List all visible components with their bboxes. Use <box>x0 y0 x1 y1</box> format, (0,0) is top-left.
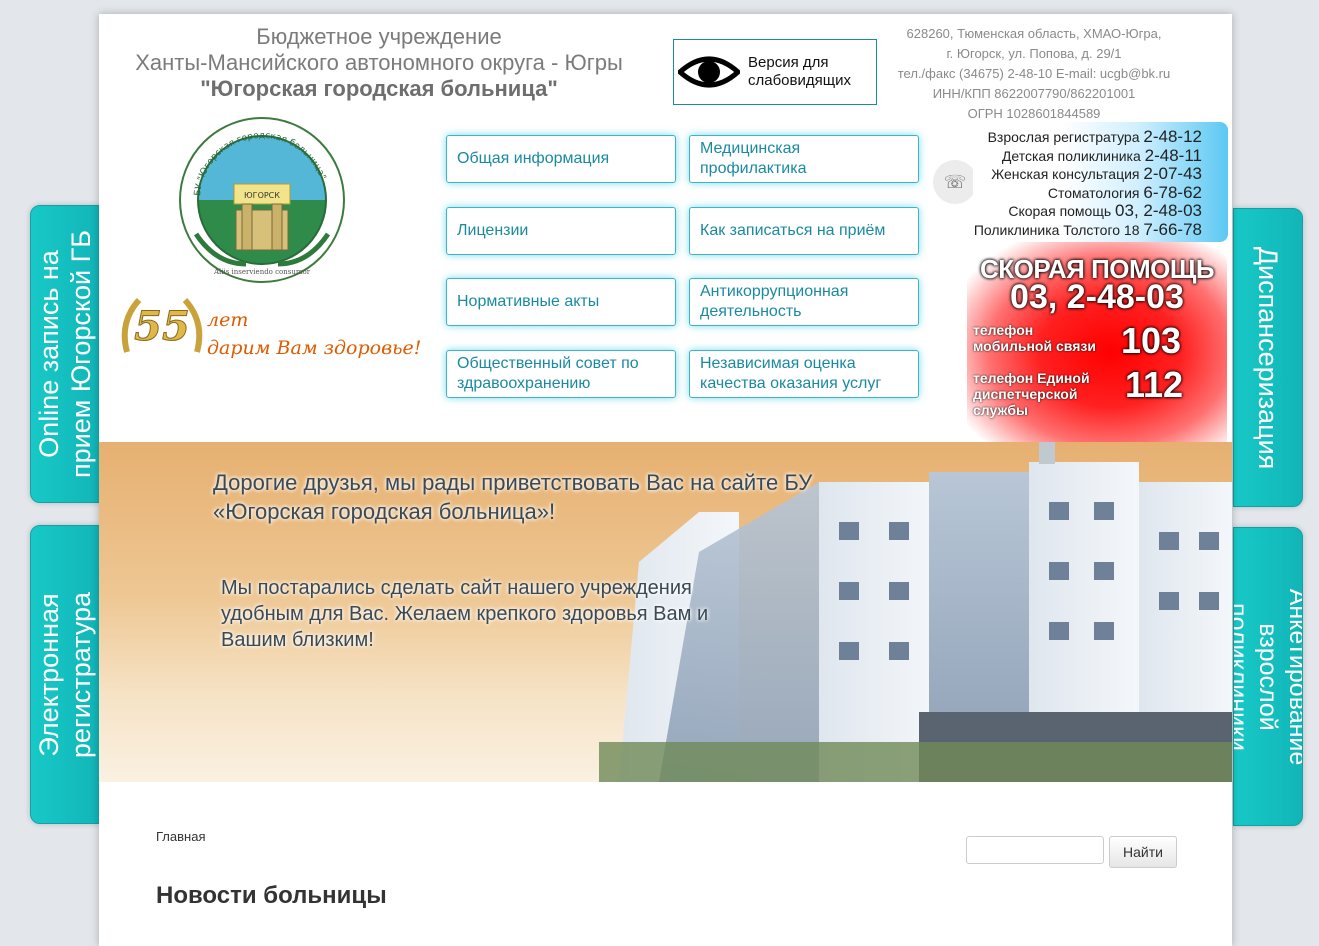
phone-row: Скорая помощь 03, 2-48-03 <box>1008 201 1202 220</box>
mobile-number: 103 <box>1121 320 1182 361</box>
nav-licenses[interactable]: Лицензии <box>446 207 676 255</box>
electronic-registry-tab[interactable]: Электронная регистратура <box>30 525 100 824</box>
banner-headline: Дорогие друзья, мы рады приветствовать В… <box>213 470 813 524</box>
nav-regulations[interactable]: Нормативные акты <box>446 278 676 326</box>
page-container: Бюджетное учреждение Ханты-Мансийского а… <box>99 14 1232 946</box>
low-vision-label: Версия для слабовидящих <box>748 54 851 89</box>
ogrn-line: ОГРН 1028601844589 <box>967 106 1101 121</box>
emergency-block: СКОРАЯ ПОМОЩЬ 03, 2-48-03 телефон мобиль… <box>967 242 1227 442</box>
phone-icon: ☏ <box>933 160 977 204</box>
welcome-banner: Дорогие друзья, мы рады приветствовать В… <box>99 442 1232 782</box>
phone-row: Стоматология 6-78-62 <box>1047 182 1202 202</box>
org-line-1: Бюджетное учреждение <box>256 24 502 49</box>
eye-icon <box>678 56 740 88</box>
phone-row: Детская поликлиника 2-48-11 <box>1001 145 1202 165</box>
mobile-label: телефон мобильной связи <box>973 322 1096 354</box>
section-title: Новости больницы <box>156 882 387 909</box>
anniversary-slogan: лет дарим Вам здоровье! <box>207 309 422 359</box>
svg-text:ЮГОРСК: ЮГОРСК <box>244 191 280 200</box>
dispensary-label: Диспансеризация <box>1253 246 1283 469</box>
nav-how-to-book[interactable]: Как записаться на приём <box>689 207 919 255</box>
nav-prevention[interactable]: Медицинская профилактика <box>689 135 919 183</box>
contact-info: 628260, Тюменская область, ХМАО-Югра, г.… <box>889 24 1179 124</box>
laurel-icon: 55 <box>121 297 203 353</box>
svg-text:Aliis inserviendo consumor: Aliis inserviendo consumor <box>213 268 311 276</box>
breadcrumb[interactable]: Главная <box>156 829 205 844</box>
org-line-2: Ханты-Мансийского автономного округа - Ю… <box>135 50 623 75</box>
phone-row: Взрослая регистратура 2-48-12 <box>987 127 1202 146</box>
unified-number: 112 <box>1125 364 1184 405</box>
org-line-3: "Югорская городская больница" <box>200 76 558 101</box>
nav-general-info[interactable]: Общая информация <box>446 135 676 183</box>
dispensary-tab[interactable]: Диспансеризация <box>1233 208 1303 507</box>
phone-directory: Взрослая регистратура 2-48-12 Детская по… <box>973 122 1228 242</box>
survey-label: Анкетирование взрослой поликлиники <box>1233 588 1303 765</box>
banner-subtext: Мы постарались сделать сайт нашего учреж… <box>221 577 709 651</box>
search-button[interactable]: Найти <box>1109 836 1177 868</box>
electronic-registry-label: Электронная регистратура <box>34 591 96 758</box>
nav-public-council[interactable]: Общественный совет по здравоохранению <box>446 350 676 398</box>
inn-line: ИНН/КПП 8622007790/862201001 <box>932 86 1136 101</box>
hospital-logo[interactable]: БУ "Югорская городская больница" ЮГОРСК … <box>176 114 348 286</box>
emergency-number: 03, 2-48-03 <box>1010 278 1184 316</box>
online-appointment-tab[interactable]: Online запись на прием Югорской ГБ <box>30 205 100 503</box>
phone-row: Поликлиника Толстого 18 7-66-78 <box>973 219 1202 239</box>
search-input[interactable] <box>966 836 1104 864</box>
unified-label: телефон Единой диспетчерской службы <box>973 370 1090 418</box>
nav-anticorruption[interactable]: Антикоррупционная деятельность <box>689 278 919 326</box>
organization-name: Бюджетное учреждение Ханты-Мансийского а… <box>99 24 659 102</box>
address-line-1: 628260, Тюменская область, ХМАО-Югра, <box>906 26 1162 41</box>
nav-quality-assessment[interactable]: Независимая оценка качества оказания усл… <box>689 350 919 398</box>
low-vision-button[interactable]: Версия для слабовидящих <box>673 39 877 105</box>
address-line-2: г. Югорск, ул. Попова, д. 29/1 <box>946 46 1122 61</box>
phone-row: Женская консультация 2-07-43 <box>991 164 1202 183</box>
contacts-line: тел./факс (34675) 2-48-10 E-mail: ucgb@b… <box>897 66 1171 81</box>
survey-tab[interactable]: Анкетирование взрослой поликлиники <box>1233 527 1303 826</box>
online-appointment-label: Online запись на прием Югорской ГБ <box>34 230 96 478</box>
anniversary-badge: 55 лет дарим Вам здоровье! <box>117 292 437 360</box>
svg-text:55: 55 <box>134 303 190 350</box>
